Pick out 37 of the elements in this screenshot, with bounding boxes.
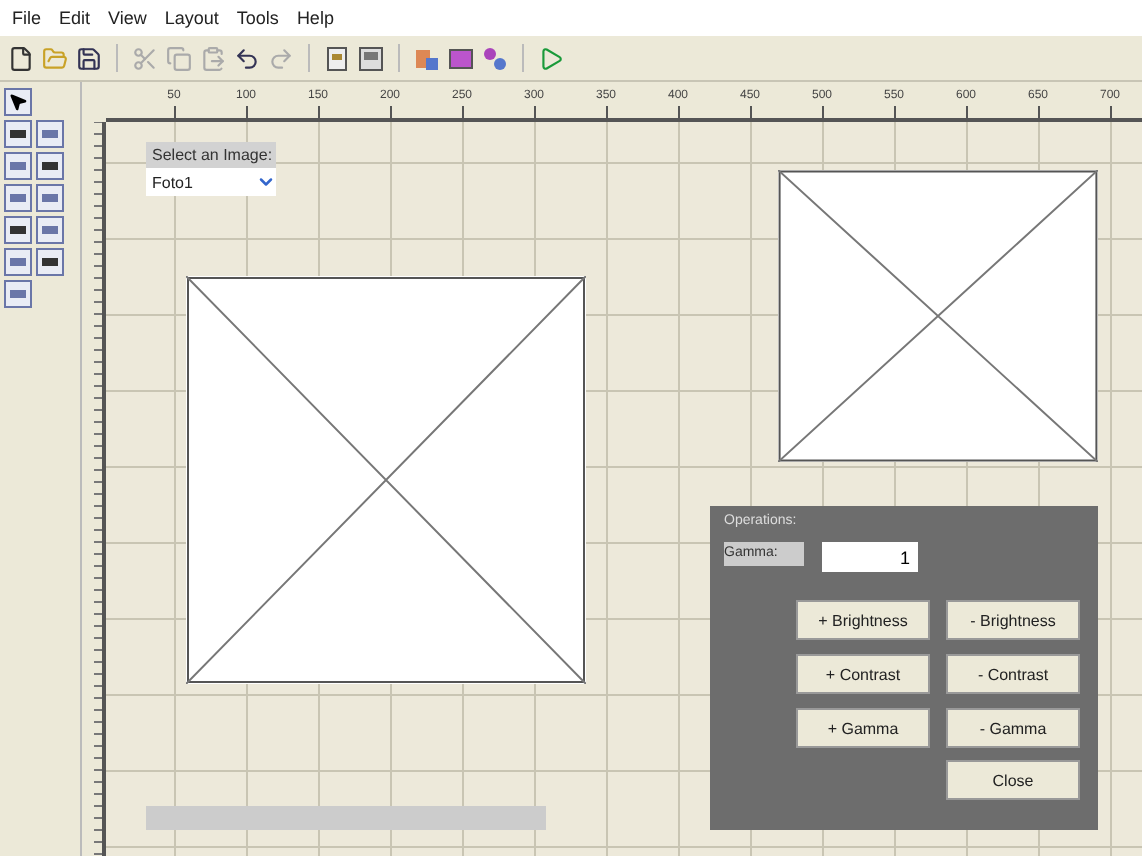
operation-button[interactable]: - Contrast	[946, 654, 1080, 694]
menu-item[interactable]: View	[108, 8, 147, 28]
menu-item[interactable]: File	[12, 8, 42, 28]
open-folder-icon[interactable]	[42, 45, 68, 71]
molecule-icon[interactable]	[482, 45, 508, 71]
widget-icon	[10, 290, 26, 298]
widget-tool[interactable]	[4, 120, 32, 148]
widget-tool[interactable]	[4, 216, 32, 244]
operation-button[interactable]: Close	[946, 760, 1080, 800]
gamma-field[interactable]: 1	[822, 542, 918, 572]
redo-icon[interactable]	[268, 45, 294, 71]
widget-tool[interactable]	[36, 248, 64, 276]
paste-icon[interactable]	[200, 45, 226, 71]
menu-item[interactable]: Help	[296, 8, 334, 28]
operation-button[interactable]: + Gamma	[796, 708, 930, 748]
image-dropdown[interactable]: Foto1	[146, 168, 276, 196]
select-label: Select an Image:	[146, 142, 276, 168]
operation-button[interactable]: - Brightness	[946, 600, 1080, 640]
paint-icon[interactable]	[414, 45, 440, 71]
menu-item[interactable]: Layout	[164, 8, 219, 28]
run-icon[interactable]	[538, 45, 564, 71]
menu-item[interactable]: Edit	[59, 8, 91, 28]
operation-button[interactable]: + Contrast	[796, 654, 930, 694]
layout-icon[interactable]	[358, 45, 384, 71]
undo-icon[interactable]	[234, 45, 260, 71]
widget-tool[interactable]	[36, 152, 64, 180]
copy-icon[interactable]	[166, 45, 192, 71]
cut-icon[interactable]	[132, 45, 158, 71]
pointer-icon	[8, 92, 28, 112]
layout-icon[interactable]	[324, 45, 350, 71]
image-icon[interactable]	[448, 45, 474, 71]
menu-item[interactable]: Tools	[236, 8, 279, 28]
save-icon[interactable]	[76, 45, 102, 71]
operation-button[interactable]: - Gamma	[946, 708, 1080, 748]
operation-button[interactable]: + Brightness	[796, 600, 930, 640]
pointer-tool[interactable]	[4, 88, 32, 116]
new-file-icon[interactable]	[8, 45, 34, 71]
